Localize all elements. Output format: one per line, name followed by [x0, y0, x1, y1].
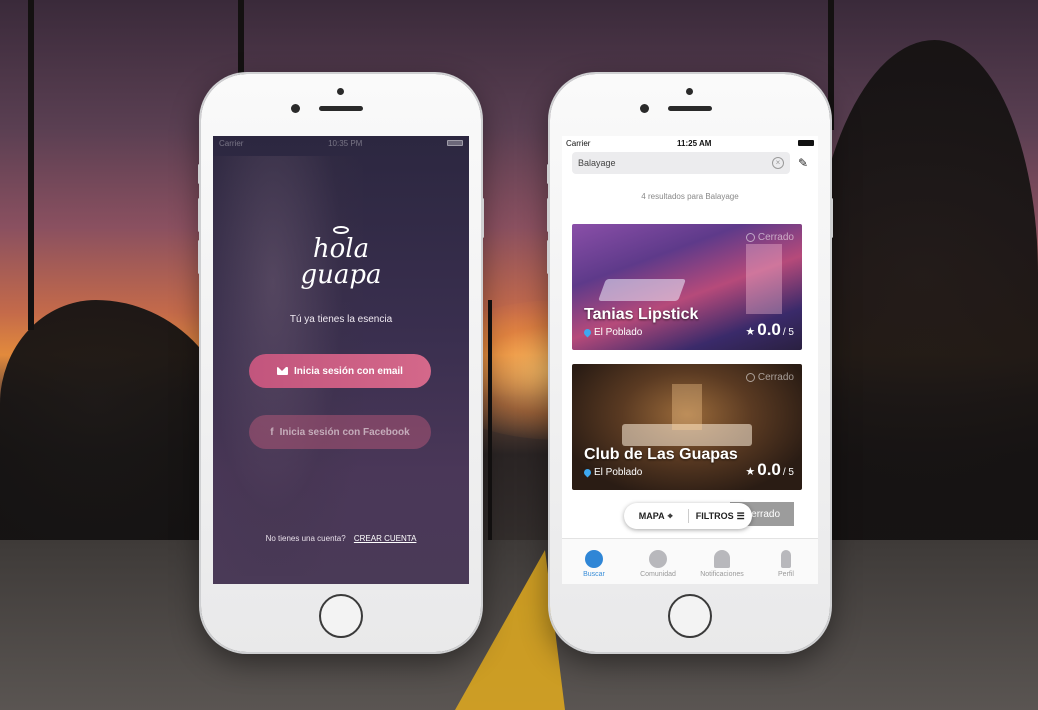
- salon-photo: [746, 244, 782, 314]
- side-button: [198, 240, 201, 274]
- search-input[interactable]: Balayage ×: [572, 152, 790, 174]
- star-icon: ★: [745, 466, 756, 478]
- search-bar: Balayage × ✎: [572, 152, 812, 174]
- carrier-label: Carrier: [219, 138, 244, 148]
- tab-label: Notificaciones: [700, 571, 744, 578]
- map-filter-toggle: MAPA ⌖ FILTROS ☰: [624, 503, 752, 529]
- tagline: Tú ya tienes la esencia: [289, 314, 393, 325]
- tab-notificaciones[interactable]: Notificaciones: [690, 539, 754, 584]
- search-value: Balayage: [578, 158, 616, 168]
- chat-icon: [649, 550, 667, 568]
- person-icon: [781, 550, 791, 568]
- map-pin-icon: ⌖: [667, 510, 673, 521]
- pencil-icon[interactable]: ✎: [798, 156, 812, 170]
- side-button: [547, 164, 550, 184]
- side-button: [481, 198, 484, 238]
- clock-icon: [745, 373, 755, 382]
- clock: 11:25 AM: [677, 138, 712, 148]
- status-badge: Cerrado: [745, 232, 794, 243]
- side-button: [198, 198, 201, 232]
- sliders-icon: ☰: [736, 510, 745, 521]
- rating-max: / 5: [782, 327, 794, 338]
- location-label: El Poblado: [594, 327, 643, 338]
- map-label: MAPA: [638, 511, 665, 521]
- salon-card[interactable]: Cerrado Tanias Lipstick El Poblado ★ 0.0…: [572, 224, 802, 350]
- create-account-link[interactable]: CREAR CUENTA: [354, 534, 417, 543]
- rating-max: / 5: [782, 467, 794, 478]
- signup-prompt: No tienes una cuenta? CREAR CUENTA: [213, 534, 469, 543]
- status-label: Cerrado: [757, 232, 794, 243]
- search-icon: [585, 550, 603, 568]
- salon-photo: [597, 279, 687, 301]
- front-camera: [640, 104, 649, 113]
- phone-sensor: [686, 88, 693, 95]
- filters-button[interactable]: FILTROS ☰: [689, 503, 753, 529]
- salon-name: Club de Las Guapas: [584, 446, 738, 463]
- location-pin-icon: [582, 467, 593, 478]
- earpiece: [668, 106, 712, 111]
- status-label: Cerrado: [757, 372, 794, 383]
- clock-icon: [745, 233, 755, 242]
- tab-bar: Buscar Comunidad Notificaciones Perfil: [562, 538, 818, 584]
- bell-icon: [714, 550, 730, 568]
- app-logo: hola guapa: [213, 226, 469, 288]
- background-scene: [0, 0, 1038, 710]
- location-label: El Poblado: [594, 467, 643, 478]
- tab-label: Comunidad: [640, 571, 676, 578]
- facebook-login-button[interactable]: f Inicia sesión con Facebook: [249, 415, 431, 449]
- salon-location: El Poblado: [582, 327, 643, 338]
- salon-card[interactable]: Cerrado Club de Las Guapas El Poblado ★ …: [572, 364, 802, 490]
- status-bar: Carrier 11:25 AM: [562, 136, 818, 150]
- rating-score: 0.0: [757, 460, 781, 479]
- palm-trunk: [28, 0, 34, 330]
- envelope-icon: [277, 367, 289, 375]
- tab-label: Buscar: [583, 571, 605, 578]
- no-account-text: No tienes una cuenta?: [265, 534, 346, 543]
- earpiece: [319, 106, 363, 111]
- battery-icon: [798, 140, 814, 146]
- clear-icon[interactable]: ×: [772, 157, 784, 169]
- logo-line-2: guapa: [300, 260, 382, 290]
- star-icon: ★: [745, 326, 756, 338]
- front-camera: [291, 104, 300, 113]
- carrier-label: Carrier: [566, 138, 591, 148]
- facebook-login-label: Inicia sesión con Facebook: [279, 426, 410, 438]
- rating: ★ 0.0 / 5: [745, 460, 794, 480]
- rating: ★ 0.0 / 5: [745, 320, 794, 340]
- phone-right: Carrier 11:25 AM Balayage × ✎ 4 resultad…: [547, 74, 833, 652]
- status-bar: Carrier 10:35 PM: [213, 136, 469, 150]
- side-button: [547, 240, 550, 274]
- rating-score: 0.0: [757, 320, 781, 339]
- login-screen: Carrier 10:35 PM hola guapa Tú ya tienes…: [213, 136, 469, 584]
- filters-label: FILTROS: [695, 511, 734, 521]
- phone-sensor: [337, 88, 344, 95]
- location-pin-icon: [582, 327, 593, 338]
- home-button[interactable]: [668, 594, 712, 638]
- map-button[interactable]: MAPA ⌖: [624, 503, 688, 529]
- logo-line-1: hola: [312, 234, 370, 264]
- home-button[interactable]: [319, 594, 363, 638]
- email-login-button[interactable]: Inicia sesión con email: [249, 354, 431, 388]
- result-count: 4 resultados para Balayage: [641, 192, 739, 201]
- status-badge: Cerrado: [745, 372, 794, 383]
- salon-name: Tanias Lipstick: [584, 306, 699, 323]
- clock: 10:35 PM: [328, 138, 363, 148]
- salon-location: El Poblado: [582, 467, 643, 478]
- side-button: [830, 198, 833, 238]
- phone-left: Carrier 10:35 PM hola guapa Tú ya tienes…: [198, 74, 484, 652]
- side-button: [547, 198, 550, 232]
- tab-label: Perfil: [778, 571, 794, 578]
- email-login-label: Inicia sesión con email: [294, 365, 403, 377]
- tree-silhouette-right: [808, 40, 1038, 560]
- palm-trunk: [488, 300, 492, 540]
- side-button: [198, 164, 201, 184]
- tab-comunidad[interactable]: Comunidad: [626, 539, 690, 584]
- lips-icon: [333, 226, 349, 234]
- salon-photo: [672, 384, 702, 430]
- facebook-icon: f: [270, 426, 274, 438]
- tab-perfil[interactable]: Perfil: [754, 539, 818, 584]
- tab-buscar[interactable]: Buscar: [562, 539, 626, 584]
- search-results-screen: Carrier 11:25 AM Balayage × ✎ 4 resultad…: [562, 136, 818, 584]
- battery-icon: [446, 140, 463, 146]
